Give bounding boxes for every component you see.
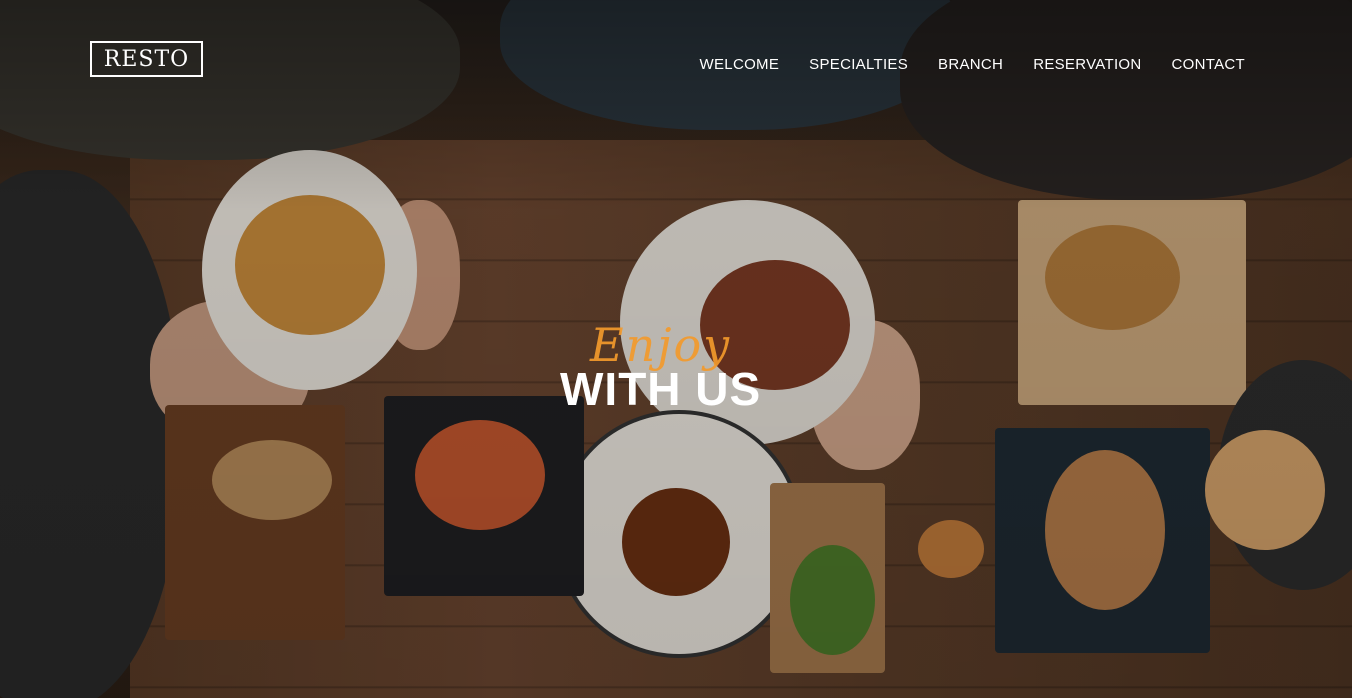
oysters: [1045, 450, 1165, 610]
hero-section: RESTO WELCOME SPECIALTIES BRANCH RESERVA…: [0, 0, 1352, 698]
toast: [1205, 430, 1325, 550]
diner-top-left: [0, 0, 460, 160]
nav-specialties[interactable]: SPECIALTIES: [809, 56, 908, 73]
hero-main-text: WITH US: [560, 363, 762, 415]
nav-contact[interactable]: CONTACT: [1172, 56, 1245, 73]
sandwich: [1045, 225, 1180, 330]
burger: [622, 488, 730, 596]
bread-left: [212, 440, 332, 520]
main-nav: WELCOME SPECIALTIES BRANCH RESERVATION C…: [700, 56, 1245, 73]
food-left: [235, 195, 385, 335]
nav-welcome[interactable]: WELCOME: [700, 56, 780, 73]
jar: [918, 520, 984, 578]
salad: [790, 545, 875, 655]
site-logo[interactable]: RESTO: [90, 41, 203, 77]
crab: [415, 420, 545, 530]
nav-branch[interactable]: BRANCH: [938, 56, 1003, 73]
nav-reservation[interactable]: RESERVATION: [1033, 56, 1141, 73]
hero-headline: Enjoy WITH US: [560, 318, 820, 418]
board-bread-left: [165, 405, 345, 640]
